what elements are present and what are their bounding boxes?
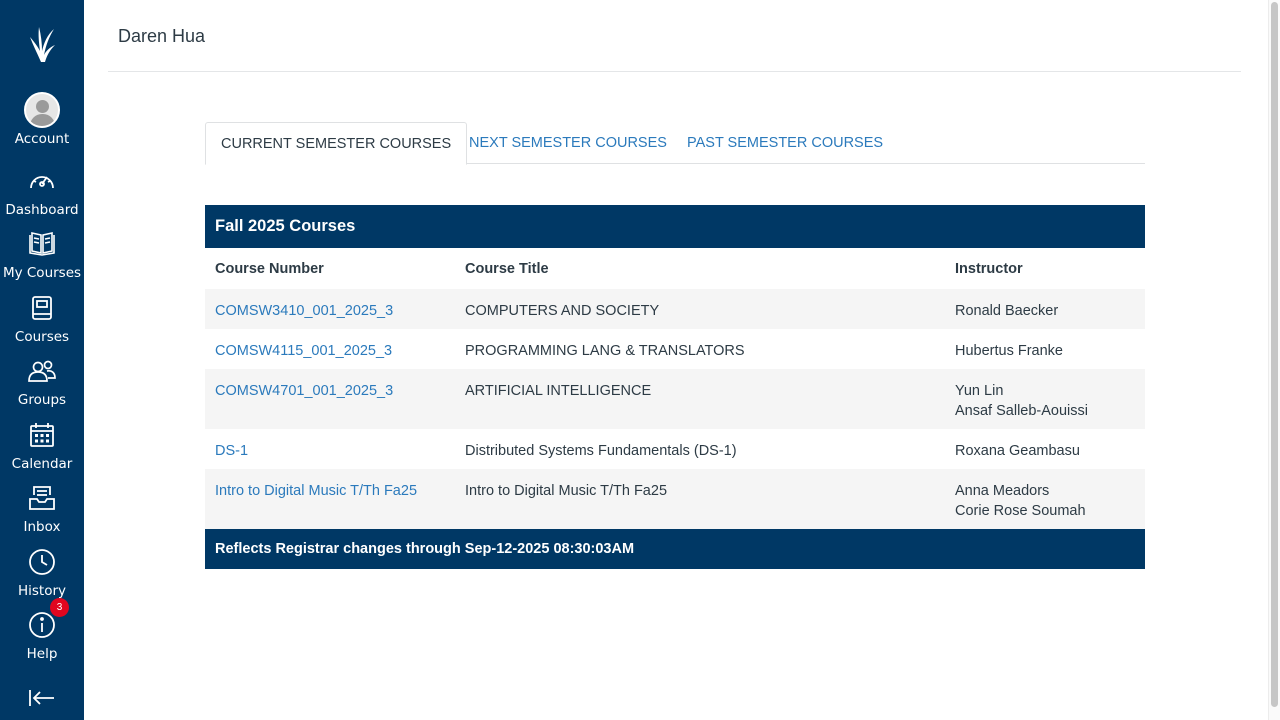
nav-my-courses-label: My Courses xyxy=(2,265,82,281)
instructor-name: Yun Lin xyxy=(955,383,1004,399)
table-row: Intro to Digital Music T/Th Fa25 Intro t… xyxy=(205,469,1145,529)
table-title: Fall 2025 Courses xyxy=(205,205,1145,248)
nav-history-label: History xyxy=(17,583,67,599)
instructor-name: Anna Meadors xyxy=(955,483,1050,499)
global-nav: Account Dashboard My Courses Courses Gro… xyxy=(0,0,84,720)
calendar-icon xyxy=(24,417,60,453)
instructor-name: Ronald Baecker xyxy=(955,303,1059,319)
page-scrollbar[interactable] xyxy=(1268,0,1280,720)
scrollbar-thumb[interactable] xyxy=(1271,2,1278,707)
course-title: PROGRAMMING LANG & TRANSLATORS xyxy=(465,343,745,359)
nav-calendar[interactable]: Calendar xyxy=(0,417,84,472)
page-title: Daren Hua xyxy=(118,26,206,46)
course-title: Intro to Digital Music T/Th Fa25 xyxy=(465,483,668,499)
instructor-name: Hubertus Franke xyxy=(955,343,1063,359)
courses-table: Fall 2025 Courses Course Number Course T… xyxy=(205,205,1145,569)
instructor-name: Ansaf Salleb-Aouissi xyxy=(955,403,1088,419)
nav-courses[interactable]: Courses xyxy=(0,290,84,345)
book-icon xyxy=(24,290,60,326)
nav-account[interactable]: Account xyxy=(0,92,84,147)
collapse-nav-button[interactable] xyxy=(0,684,84,712)
account-avatar xyxy=(24,92,60,128)
table-row: COMSW3410_001_2025_3 COMPUTERS AND SOCIE… xyxy=(205,289,1145,329)
nav-courses-label: Courses xyxy=(14,329,70,345)
nav-history[interactable]: History xyxy=(0,544,84,599)
column-header-course-title: Course Title xyxy=(465,260,549,277)
course-link[interactable]: COMSW3410_001_2025_3 xyxy=(215,303,393,319)
nav-dashboard[interactable]: Dashboard xyxy=(0,163,84,218)
nav-groups[interactable]: Groups xyxy=(0,353,84,408)
clock-icon xyxy=(24,544,60,580)
course-link[interactable]: Intro to Digital Music T/Th Fa25 xyxy=(215,483,417,499)
column-header-instructor: Instructor xyxy=(955,260,1023,277)
nav-help-label: Help xyxy=(26,646,58,662)
inbox-icon xyxy=(24,480,60,516)
table-row: COMSW4115_001_2025_3 PROGRAMMING LANG & … xyxy=(205,329,1145,369)
course-title: Distributed Systems Fundamentals (DS-1) xyxy=(465,443,737,459)
nav-inbox-label: Inbox xyxy=(23,519,61,535)
tab-current-semester[interactable]: CURRENT SEMESTER COURSES xyxy=(205,122,468,165)
table-row: COMSW4701_001_2025_3 ARTIFICIAL INTELLIG… xyxy=(205,369,1145,429)
tab-next-semester[interactable]: NEXT SEMESTER COURSES xyxy=(454,122,682,164)
page-header: Daren Hua xyxy=(108,0,1241,72)
course-link[interactable]: COMSW4115_001_2025_3 xyxy=(215,343,392,359)
instructor-name: Corie Rose Soumah xyxy=(955,503,1086,519)
columbia-crown-logo[interactable] xyxy=(0,22,84,66)
nav-inbox[interactable]: Inbox xyxy=(0,480,84,535)
dashboard-gauge-icon xyxy=(24,163,60,199)
nav-account-label: Account xyxy=(14,131,70,147)
help-icon: 3 xyxy=(24,598,69,643)
nav-dashboard-label: Dashboard xyxy=(5,202,79,218)
nav-my-courses[interactable]: My Courses xyxy=(0,226,84,281)
instructor-name: Roxana Geambasu xyxy=(955,443,1080,459)
table-row: DS-1 Distributed Systems Fundamentals (D… xyxy=(205,429,1145,469)
column-header-course-number: Course Number xyxy=(215,260,324,277)
help-notification-badge: 3 xyxy=(50,598,69,617)
groups-icon xyxy=(24,353,60,389)
course-link[interactable]: COMSW4701_001_2025_3 xyxy=(215,383,393,399)
semester-tabs: CURRENT SEMESTER COURSES NEXT SEMESTER C… xyxy=(205,122,1145,165)
registrar-footer: Reflects Registrar changes through Sep-1… xyxy=(205,529,1145,569)
course-link[interactable]: DS-1 xyxy=(215,443,248,459)
table-header-row: Course Number Course Title Instructor xyxy=(205,248,1145,289)
nav-calendar-label: Calendar xyxy=(11,456,73,472)
open-book-icon xyxy=(24,226,60,262)
nav-help[interactable]: 3 Help xyxy=(0,598,84,662)
tab-past-semester[interactable]: PAST SEMESTER COURSES xyxy=(672,122,898,164)
course-title: ARTIFICIAL INTELLIGENCE xyxy=(465,383,652,399)
nav-groups-label: Groups xyxy=(17,392,67,408)
course-title: COMPUTERS AND SOCIETY xyxy=(465,303,660,319)
collapse-nav-icon xyxy=(24,684,60,712)
